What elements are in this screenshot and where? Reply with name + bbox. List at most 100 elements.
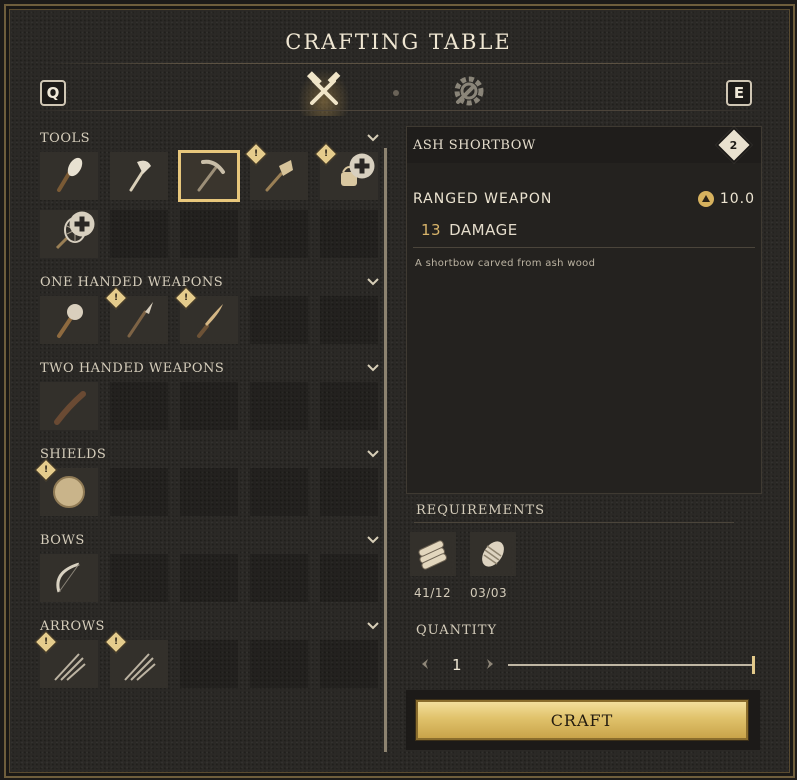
empty-slot (250, 296, 308, 344)
recipe-row: !! (34, 630, 386, 688)
category-section: ARROWS!! (34, 612, 386, 688)
logs-icon (418, 540, 447, 570)
chevron-down-icon[interactable] (366, 275, 380, 289)
recipe-slot[interactable]: ! (244, 142, 308, 200)
empty-slot (320, 640, 378, 688)
recipe-slot[interactable] (40, 554, 98, 602)
gear-wrench-icon (454, 76, 484, 106)
shovel-icon (265, 160, 293, 192)
category-header[interactable]: BOWS (34, 526, 386, 554)
category-label: ARROWS (40, 618, 105, 634)
pickaxe-icon (197, 159, 225, 192)
quantity-title: QUANTITY (416, 623, 498, 638)
category-section: TWO HANDED WEAPONS (34, 354, 386, 430)
empty-slot (250, 382, 308, 430)
category-header[interactable]: ARROWS (34, 612, 386, 640)
title-divider (40, 63, 757, 64)
empty-slot (320, 554, 378, 602)
tier-badge: 2 (715, 126, 753, 164)
category-section: BOWS (34, 526, 386, 602)
recipe-slot[interactable] (40, 382, 98, 430)
recipe-slot[interactable]: ! (34, 630, 98, 688)
hammer-crossed-icon (306, 71, 341, 105)
tabs-divider (30, 110, 767, 111)
item-weight: 10.0 (697, 191, 755, 207)
window-title: CRAFTING TABLE (285, 30, 512, 54)
requirement-logs[interactable] (410, 532, 456, 576)
category-label: ONE HANDED WEAPONS (40, 274, 224, 290)
category-header[interactable]: SHIELDS (34, 440, 386, 468)
category-label: TWO HANDED WEAPONS (40, 360, 225, 376)
damage-value: 13 (421, 221, 442, 239)
recipe-list: TOOLS!! ONE HANDED WEAPONS!! TWO HANDED WE… (34, 124, 386, 764)
category-header[interactable]: TOOLS (34, 124, 386, 152)
category-header[interactable]: ONE HANDED WEAPONS (34, 268, 386, 296)
damage-label: DAMAGE (449, 221, 518, 239)
category-label: BOWS (40, 532, 85, 548)
category-section: SHIELDS! (34, 440, 386, 516)
empty-slot (180, 382, 238, 430)
empty-slot (180, 468, 238, 516)
category-section: ONE HANDED WEAPONS!! (34, 268, 386, 344)
chevron-down-icon[interactable] (366, 131, 380, 145)
recipe-slot[interactable] (40, 296, 98, 344)
tab-upgrades[interactable] (448, 70, 490, 112)
item-detail-panel: ASH SHORTBOW 2 RANGED WEAPON 10.0 13 DAMA… (406, 126, 762, 494)
new-item-marker-icon (349, 153, 375, 179)
recipe-list-scrollbar[interactable] (384, 148, 387, 752)
recipe-row: !! (34, 142, 386, 202)
category-header[interactable]: TWO HANDED WEAPONS (34, 354, 386, 382)
chevron-down-icon[interactable] (366, 533, 380, 547)
recipe-slot[interactable] (40, 210, 98, 258)
tier-value: 2 (729, 138, 739, 152)
tab-separator (393, 90, 399, 96)
prev-tab-key[interactable]: Q (40, 80, 66, 106)
empty-slot (320, 468, 378, 516)
category-label: SHIELDS (40, 446, 107, 462)
item-name: ASH SHORTBOW (413, 137, 536, 153)
chevron-down-icon[interactable] (366, 447, 380, 461)
recipe-slot[interactable]: ! (104, 286, 168, 344)
knife-icon (197, 304, 223, 338)
recipe-slot[interactable]: ! (34, 458, 98, 516)
next-tab-key[interactable]: E (726, 80, 752, 106)
recipe-row: !! (34, 286, 386, 344)
quantity-increase-icon[interactable] (482, 657, 496, 671)
empty-slot (110, 210, 168, 258)
empty-slot (110, 468, 168, 516)
recipe-slot[interactable] (178, 150, 240, 202)
requirements-divider (414, 522, 734, 523)
requirements-title: REQUIREMENTS (416, 503, 546, 518)
empty-slot (110, 382, 168, 430)
chevron-down-icon[interactable] (366, 619, 380, 633)
category-label: TOOLS (40, 130, 91, 146)
tab-crafting[interactable] (296, 66, 352, 116)
quantity-decrease-icon[interactable] (419, 657, 433, 671)
quantity-value[interactable]: 1 (452, 656, 462, 674)
empty-slot (320, 210, 378, 258)
craft-button[interactable]: CRAFT (416, 700, 748, 740)
recipe-row (34, 210, 386, 258)
quantity-slider-handle[interactable] (752, 656, 755, 674)
arrows-icon (124, 653, 156, 681)
recipe-slot[interactable] (40, 152, 98, 200)
empty-slot (110, 554, 168, 602)
weight-value: 10.0 (719, 191, 755, 207)
recipe-slot[interactable]: ! (104, 630, 168, 688)
recipe-slot[interactable]: ! (174, 286, 238, 344)
recipe-slot[interactable] (110, 152, 168, 200)
item-header: ASH SHORTBOW 2 (407, 126, 761, 164)
requirement-fiber[interactable] (470, 532, 516, 576)
item-description: A shortbow carved from ash wood (415, 258, 596, 269)
recipe-row (34, 554, 386, 602)
empty-slot (320, 382, 378, 430)
bow-icon (56, 562, 80, 593)
empty-slot (180, 554, 238, 602)
empty-slot (320, 296, 378, 344)
item-type: RANGED WEAPON (413, 191, 553, 207)
chevron-down-icon[interactable] (366, 361, 380, 375)
round-shield-icon (53, 476, 85, 508)
recipe-slot[interactable]: ! (314, 142, 378, 200)
quantity-slider[interactable] (508, 664, 754, 666)
spear-icon (127, 302, 153, 338)
